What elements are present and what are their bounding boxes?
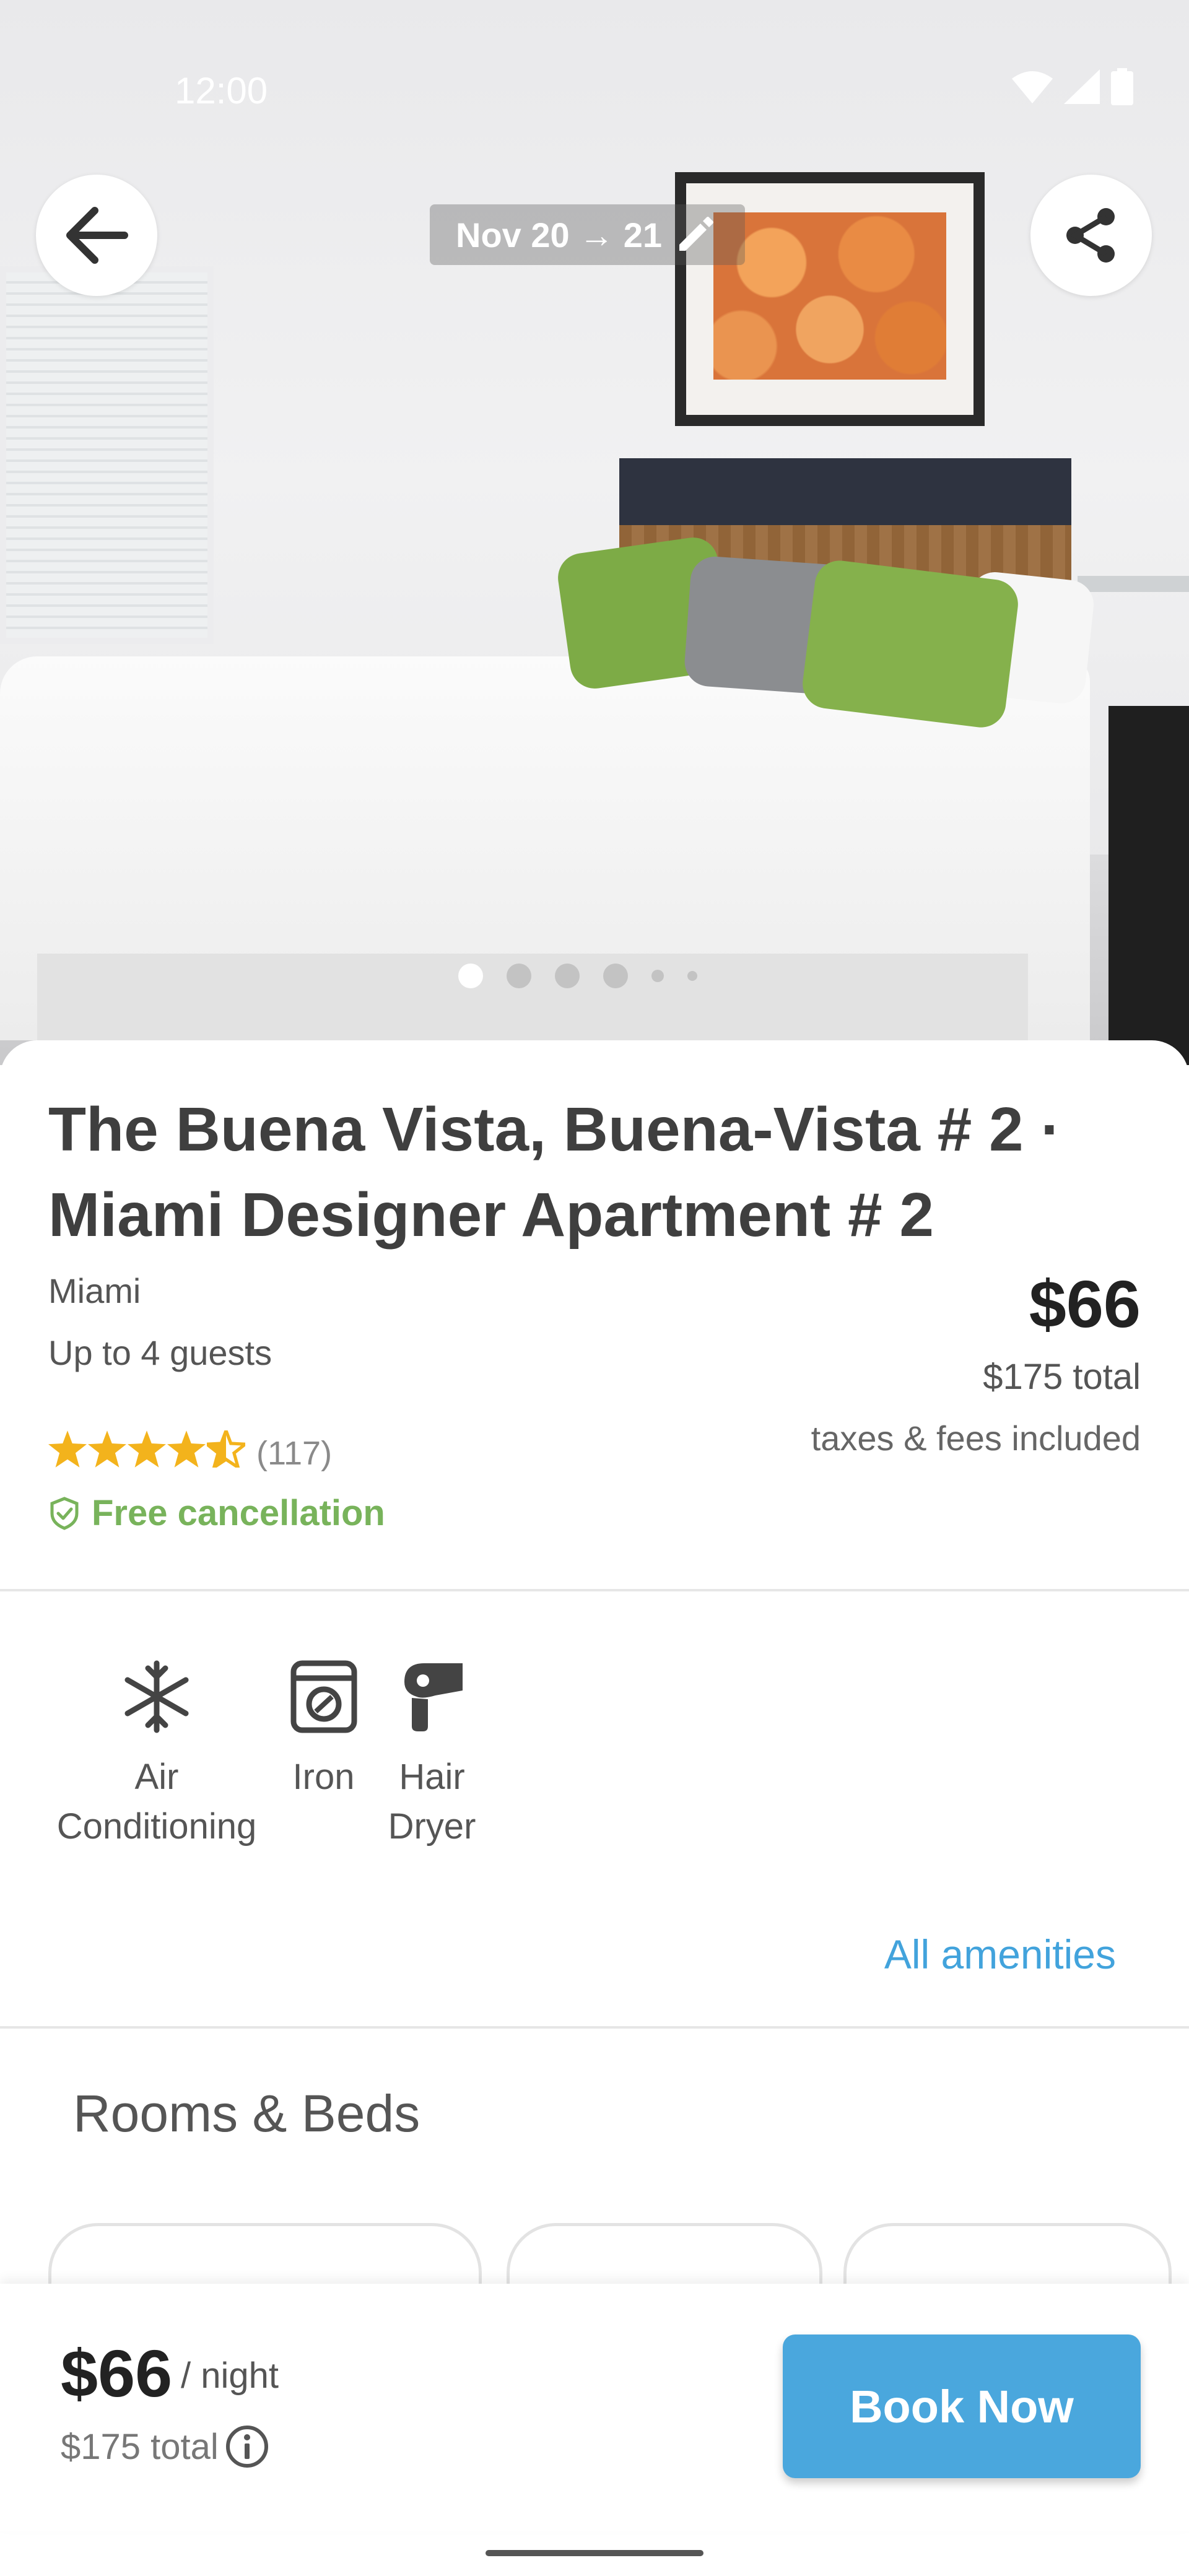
star-icon (167, 1430, 206, 1468)
pager-dot[interactable] (507, 964, 531, 988)
star-half-icon (207, 1430, 245, 1468)
all-amenities-link[interactable]: All amenities (884, 1931, 1116, 1978)
free-cancellation: Free cancellation (48, 1492, 385, 1534)
free-cancellation-label: Free cancellation (92, 1493, 385, 1533)
gesture-nav-handle[interactable] (486, 2550, 703, 2556)
booking-total: $175 total (61, 2424, 269, 2469)
date-range-chip[interactable]: Nov 20 → 21 (430, 204, 746, 265)
listing-location: Miami (48, 1271, 141, 1310)
back-button[interactable] (36, 175, 157, 296)
hair-dryer-icon (404, 1663, 463, 1731)
taxes-note: taxes & fees included (811, 1419, 1141, 1458)
shield-check-icon (50, 1496, 79, 1530)
wifi-icon (1012, 71, 1053, 103)
booking-total-text: $175 total (61, 2426, 219, 2467)
pager-dot[interactable] (651, 970, 664, 982)
washer-icon (290, 1660, 357, 1733)
booking-price: $66 (61, 2336, 173, 2411)
pager-dot[interactable] (555, 964, 580, 988)
photo-rail (1078, 576, 1189, 592)
star-icon (128, 1430, 166, 1468)
listing-guests: Up to 4 guests (48, 1333, 272, 1372)
star-icon (88, 1430, 126, 1468)
info-icon[interactable] (225, 2424, 269, 2469)
photo-pillow (799, 557, 1021, 731)
pencil-icon (679, 217, 714, 251)
signal-icon (1064, 69, 1100, 104)
pager-dot[interactable] (687, 971, 697, 981)
listing-total: $175 total (983, 1357, 1141, 1397)
star-icon (48, 1430, 87, 1468)
rooms-beds-title: Rooms & Beds (73, 2084, 420, 2143)
amenity-hair-dryer: Hair Dryer (375, 1660, 489, 1852)
amenity-label: Hair Dryer (388, 1757, 476, 1847)
divider (0, 1589, 1189, 1591)
snowflake-icon (124, 1660, 189, 1733)
amenity-label: Iron (292, 1757, 355, 1797)
listing-title: The Buena Vista, Buena-Vista # 2 · Miami… (48, 1095, 1061, 1250)
divider (0, 2026, 1189, 2029)
battery-icon (1111, 68, 1133, 105)
photo-nightstand (1108, 706, 1189, 1065)
listing-photo[interactable] (0, 0, 1189, 1065)
share-icon (1066, 208, 1115, 263)
photo-window (0, 266, 214, 644)
share-button[interactable] (1030, 175, 1152, 296)
pager-dot[interactable] (603, 964, 628, 988)
per-night-label: / night (181, 2356, 279, 2396)
date-range-text: Nov 20 → 21 (456, 215, 663, 255)
arrow-left-icon (66, 207, 128, 264)
amenity-air-conditioning: Air Conditioning (48, 1660, 265, 1852)
book-now-button[interactable]: Book Now (783, 2334, 1141, 2478)
amenity-iron: Iron (279, 1660, 368, 1802)
status-icons (1012, 68, 1133, 105)
review-count[interactable]: (117) (256, 1434, 332, 1473)
rating-stars[interactable] (48, 1430, 245, 1468)
listing-price: $66 (1029, 1266, 1141, 1341)
amenity-label: Air Conditioning (56, 1757, 257, 1847)
photo-pager-dots (458, 964, 697, 988)
pager-dot[interactable] (458, 964, 483, 988)
status-time: 12:00 (175, 70, 268, 111)
